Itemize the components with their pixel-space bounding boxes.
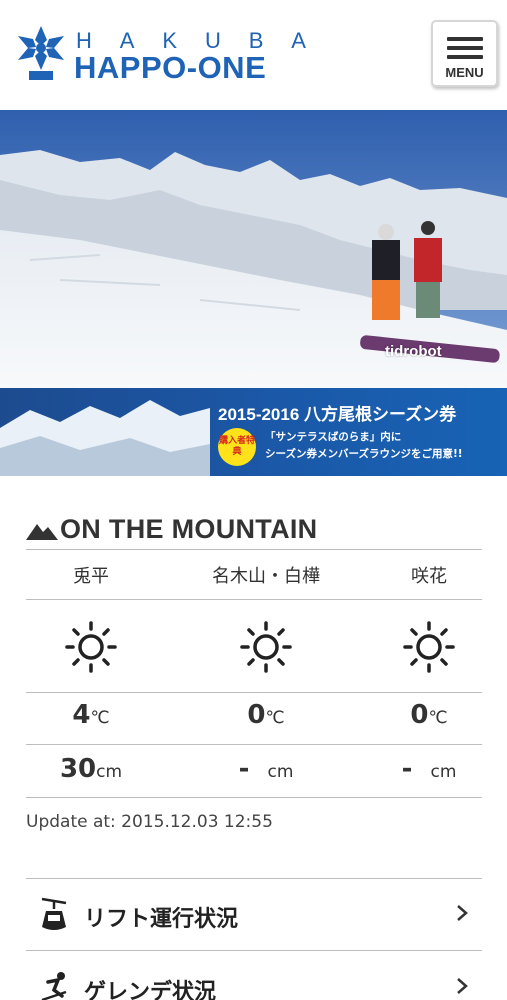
sun-icon bbox=[186, 620, 346, 674]
chevron-right-icon bbox=[457, 905, 468, 921]
banner-title: 2015-2016 八方尾根シーズン券 bbox=[218, 405, 457, 424]
snow-depth-value: 30cm bbox=[59, 754, 123, 784]
sun-icon bbox=[374, 620, 484, 674]
menu-button[interactable]: MENU bbox=[431, 20, 498, 87]
divider bbox=[26, 744, 482, 745]
temperature-value: 4℃ bbox=[72, 700, 110, 730]
divider bbox=[26, 692, 482, 693]
menu-label: MENU bbox=[445, 65, 484, 80]
chevron-right-icon bbox=[457, 978, 468, 994]
section-title: ON THE MOUNTAIN bbox=[26, 512, 317, 546]
hero-image: tidrobot bbox=[0, 110, 507, 388]
banner-text-line2: シーズン券メンバーズラウンジをご用意!! bbox=[265, 448, 463, 460]
hamburger-icon bbox=[447, 37, 483, 64]
divider bbox=[26, 797, 482, 798]
divider bbox=[26, 599, 482, 600]
slope-status-link[interactable]: ゲレンデ状況 bbox=[26, 952, 482, 1000]
gondola-icon bbox=[41, 897, 67, 930]
site-header: H A K U B A HAPPO-ONE MENU bbox=[0, 0, 507, 110]
mountain-icon bbox=[26, 524, 58, 540]
snowflake-icon bbox=[18, 26, 64, 80]
skier-icon bbox=[41, 972, 67, 1000]
temperature-value: 0℃ bbox=[247, 700, 285, 730]
divider bbox=[26, 950, 482, 951]
location-name: 名木山・白樺 bbox=[212, 566, 320, 587]
snow-depth-value: - cm bbox=[401, 754, 457, 784]
season-pass-banner[interactable]: 2015-2016 八方尾根シーズン券 購入者特典 「サンテラスばのらま」内に … bbox=[0, 388, 507, 476]
snow-depth-value: - cm bbox=[238, 754, 294, 784]
link-label: リフト運行状況 bbox=[84, 907, 239, 932]
location-name: 咲花 bbox=[411, 566, 447, 587]
temperature-value: 0℃ bbox=[410, 700, 448, 730]
divider bbox=[26, 549, 482, 550]
logo-happo-one-text: HAPPO-ONE bbox=[74, 50, 267, 85]
banner-text-line1: 「サンテラスばのらま」内に bbox=[265, 431, 402, 443]
hakuba-happo-one-logo[interactable]: H A K U B A HAPPO-ONE bbox=[16, 24, 306, 86]
lift-status-link[interactable]: リフト運行状況 bbox=[26, 879, 482, 951]
link-label: ゲレンデ状況 bbox=[84, 980, 217, 1000]
hero-watermark-text: tidrobot bbox=[385, 343, 442, 360]
banner-badge: 購入者特典 bbox=[218, 428, 256, 466]
location-name: 兎平 bbox=[73, 566, 109, 587]
sun-icon bbox=[26, 620, 156, 674]
update-timestamp: Update at: 2015.12.03 12:55 bbox=[26, 812, 273, 832]
